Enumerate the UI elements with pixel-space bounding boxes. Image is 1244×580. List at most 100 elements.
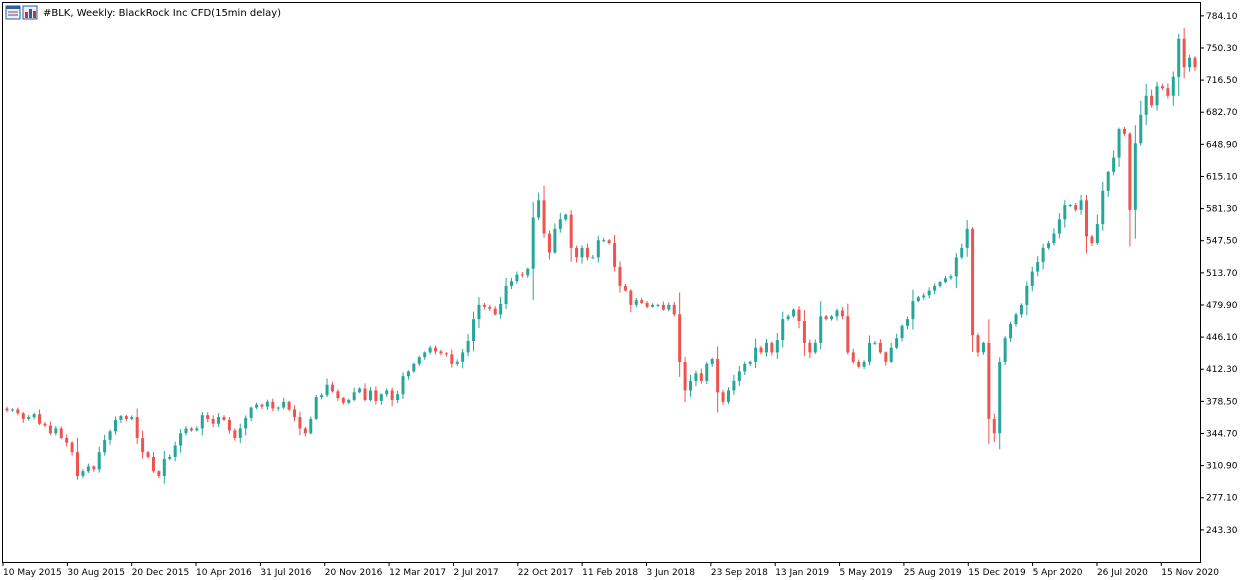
candle-body — [173, 445, 177, 457]
candle-body — [455, 361, 459, 364]
candle-body — [141, 437, 145, 453]
y-tick-label: 446.10 — [1206, 333, 1238, 343]
candle-body — [368, 390, 372, 400]
candle-body — [748, 361, 752, 364]
candle-body — [59, 428, 63, 438]
candle-body — [721, 392, 725, 402]
candle-body — [1112, 157, 1116, 172]
candle-body — [103, 439, 107, 453]
x-tick-label: 15 Nov 2020 — [1161, 568, 1219, 578]
x-tick-label: 2 Jul 2017 — [453, 568, 498, 578]
x-tick-label: 5 May 2019 — [840, 568, 893, 578]
candle-body — [309, 418, 313, 434]
candle-body — [21, 413, 25, 419]
candle-body — [575, 247, 579, 258]
candle-body — [444, 353, 448, 355]
x-tick-label: 12 Mar 2017 — [389, 568, 446, 578]
candle-body — [1188, 57, 1192, 68]
candle-body — [878, 342, 882, 353]
candle-body — [987, 342, 991, 419]
y-tick-label: 547.50 — [1206, 237, 1238, 247]
candle-body — [792, 309, 796, 317]
candle-body — [819, 316, 823, 343]
candle-body — [743, 363, 747, 372]
chart-window: #BLK, Weekly: BlackRock Inc CFD(15min de… — [0, 0, 1244, 580]
candle-body — [824, 316, 828, 320]
candle-body — [971, 228, 975, 336]
candle-body — [542, 200, 546, 234]
x-tick-label: 30 Aug 2015 — [67, 568, 125, 578]
candle-body — [314, 397, 318, 419]
candle-body — [5, 408, 9, 411]
candle-body — [596, 240, 600, 258]
candle-body — [884, 352, 888, 362]
candle-body — [390, 390, 394, 400]
candle-body — [130, 417, 134, 419]
candle-body — [629, 290, 633, 305]
candle-body — [65, 437, 69, 443]
candle-body — [434, 347, 438, 352]
candle-body — [645, 302, 649, 307]
candle-body — [661, 304, 665, 310]
x-tick-label: 20 Nov 2016 — [325, 568, 383, 578]
candle-body — [830, 316, 834, 320]
candle-body — [70, 442, 74, 453]
candle-body — [802, 321, 806, 343]
y-axis: 784.10 750.30 716.50 682.70 648.90 615.10 581.… — [1200, 12, 1238, 536]
candle-body — [547, 233, 551, 253]
candle-body — [184, 428, 188, 434]
candle-body — [92, 466, 96, 470]
candle-body — [933, 285, 937, 291]
candle-body — [585, 247, 589, 258]
candle-body — [1074, 205, 1078, 210]
x-tick-label: 5 Apr 2020 — [1033, 568, 1083, 578]
candle-body — [86, 466, 90, 472]
candle-body — [330, 384, 334, 392]
candle-body — [1090, 236, 1094, 244]
candle-body — [396, 394, 400, 400]
candle-body — [412, 363, 416, 372]
candle-body — [260, 404, 264, 407]
candle-body — [732, 380, 736, 391]
candle — [314, 395, 318, 421]
candlestick-chart: #BLK, Weekly: BlackRock Inc CFD(15min de… — [2, 2, 1238, 578]
candle-body — [325, 384, 329, 396]
candle — [1003, 336, 1007, 365]
candle-body — [401, 376, 405, 395]
candle-body — [781, 319, 785, 341]
candle-body — [10, 409, 14, 411]
candle-body — [439, 351, 443, 354]
x-tick-label: 20 Dec 2015 — [132, 568, 190, 578]
candle-body — [1030, 271, 1034, 286]
candle-body — [76, 452, 80, 476]
candle-body — [477, 304, 481, 320]
candle-body — [1095, 224, 1099, 244]
candle-body — [1166, 88, 1170, 96]
y-tick-label: 243.30 — [1206, 526, 1238, 536]
candle-body — [146, 452, 150, 457]
candle-body — [1133, 143, 1137, 210]
candle-body — [168, 456, 172, 459]
candle-body — [689, 380, 693, 391]
y-tick-label: 750.30 — [1206, 44, 1238, 54]
chart-icon — [22, 5, 38, 20]
x-tick-label: 10 Apr 2016 — [196, 568, 252, 578]
x-tick-label: 3 Jun 2018 — [647, 568, 696, 578]
candle-body — [417, 357, 421, 364]
candle-body — [868, 342, 872, 362]
candle — [309, 416, 313, 435]
candle-body — [504, 285, 508, 304]
candle-body — [998, 361, 1002, 434]
candle-body — [911, 301, 915, 320]
candle-body — [656, 304, 660, 306]
y-tick-label: 277.10 — [1206, 494, 1238, 504]
candle-body — [943, 278, 947, 283]
candle-body — [233, 430, 237, 438]
candle-body — [862, 361, 866, 367]
candle-body — [651, 304, 655, 307]
candle-body — [770, 342, 774, 353]
candle-body — [537, 200, 541, 218]
candle-body — [607, 240, 611, 244]
candle-body — [640, 300, 644, 303]
candle-body — [157, 471, 161, 476]
